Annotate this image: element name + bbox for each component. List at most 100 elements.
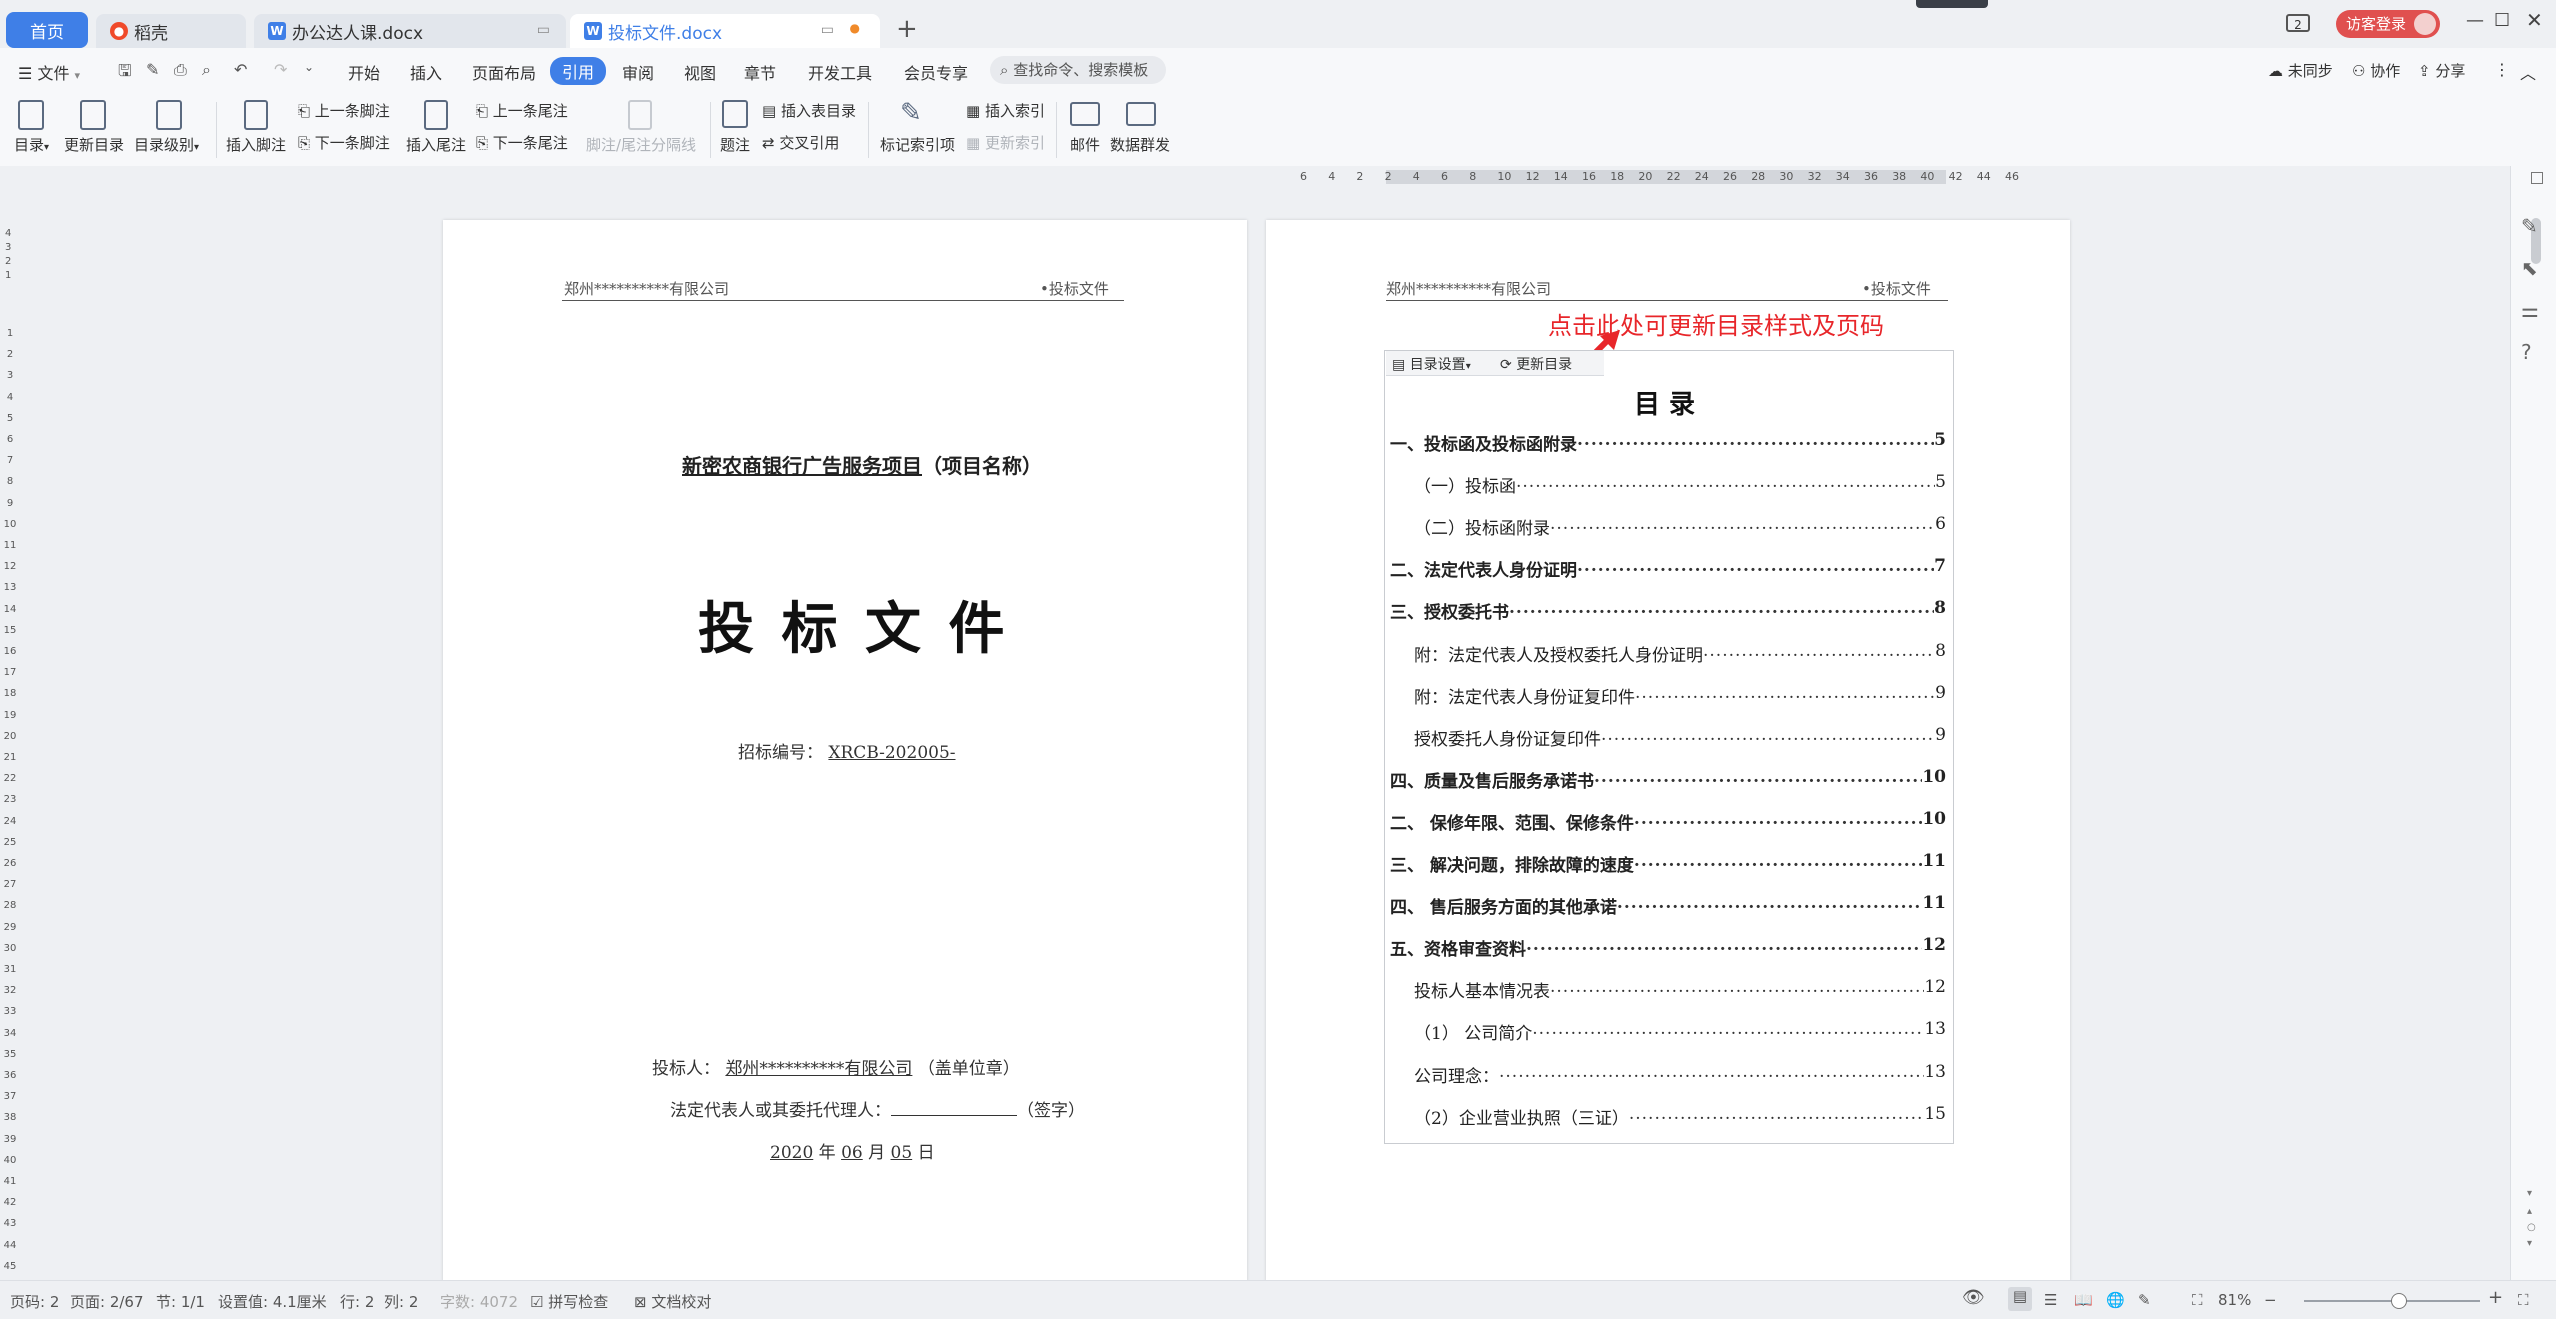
- menu-developer[interactable]: 开发工具: [808, 60, 872, 84]
- web-view-icon[interactable]: 🌐: [2106, 1291, 2125, 1309]
- horizontal-ruler[interactable]: 6 4 2 2 4 6 8 10 12 14 16 18 20 22 24 26 28 30 32 34 36 38 40 4…: [0, 166, 2556, 188]
- tab-count-badge[interactable]: 2: [2286, 14, 2310, 32]
- zoom-slider-thumb[interactable]: [2391, 1293, 2408, 1309]
- toc-entry[interactable]: 附：法定代表人及授权委托人身份证明.......................…: [1414, 641, 1946, 666]
- next-endnote-button[interactable]: ⎘ 下一条尾注: [476, 132, 568, 153]
- footnote-separator-button[interactable]: 脚注/尾注分隔线: [586, 134, 696, 155]
- prev-page-icon[interactable]: ▴: [2527, 1206, 2532, 1217]
- menu-insert[interactable]: 插入: [410, 60, 442, 84]
- undo-icon[interactable]: ↶: [234, 60, 247, 79]
- menu-view[interactable]: 视图: [684, 60, 716, 84]
- toc-level-button[interactable]: 目录级别▾: [134, 134, 199, 155]
- toc-entry[interactable]: （二）投标函附录................................…: [1414, 514, 1946, 539]
- status-col[interactable]: 列: 2: [384, 1291, 418, 1312]
- toc-entry[interactable]: 三、 解决问题，排除故障的速度.........................…: [1390, 851, 1946, 876]
- toc-entry[interactable]: （1） 公司简介................................…: [1414, 1019, 1946, 1044]
- file-menu[interactable]: ☰ 文件 ▾: [18, 60, 80, 84]
- toc-entry[interactable]: 授权委托人身份证复印件.............................…: [1414, 725, 1946, 750]
- next-page-icon[interactable]: ▾: [2527, 1238, 2532, 1249]
- status-page-number[interactable]: 页码: 2: [10, 1291, 59, 1312]
- spell-check-button[interactable]: ☑ 拼写检查: [530, 1291, 608, 1312]
- toc-settings-button[interactable]: ▤ 目录设置▾: [1392, 354, 1471, 374]
- write-mode-icon[interactable]: ✎: [2138, 1291, 2151, 1309]
- update-toc-button[interactable]: 更新目录: [64, 134, 124, 155]
- menu-chapter[interactable]: 章节: [744, 60, 776, 84]
- vertical-ruler[interactable]: 4 3 2 1 1 2 3 4 5 6 7 8 9 10 11 12 13 14 15 16 17 18 19 20 21 22 2…: [0, 188, 20, 1280]
- tab-home[interactable]: 首页: [6, 12, 88, 48]
- select-browse-icon[interactable]: ○: [2527, 1222, 2536, 1233]
- menu-start[interactable]: 开始: [348, 60, 380, 84]
- tab-daoke[interactable]: ● 稻壳: [96, 14, 246, 48]
- toc-entry[interactable]: （2）企业营业执照（三证）...........................…: [1414, 1104, 1946, 1129]
- status-word-count[interactable]: 字数: 4072: [440, 1291, 518, 1312]
- mail-button[interactable]: 邮件: [1070, 134, 1100, 155]
- status-pages[interactable]: 页面: 2/67: [70, 1291, 144, 1312]
- zoom-in-icon[interactable]: +: [2488, 1287, 2503, 1308]
- insert-endnote-button[interactable]: 插入尾注: [406, 134, 466, 155]
- toc-entry[interactable]: 五、资格审查资料................................…: [1390, 935, 1946, 960]
- toc-update-button[interactable]: ⟳ 更新目录: [1500, 354, 1572, 374]
- toc-entry[interactable]: 一、投标函及投标函附录.............................…: [1390, 430, 1946, 455]
- toc-entry[interactable]: 投标人基本情况表................................…: [1414, 977, 1946, 1002]
- print-icon[interactable]: ⎙: [174, 60, 187, 80]
- menu-review[interactable]: 审阅: [622, 60, 654, 84]
- toc-entry[interactable]: 附：法定代表人身份证复印件...........................…: [1414, 683, 1946, 708]
- save-icon[interactable]: 🖫: [118, 60, 132, 87]
- next-footnote-button[interactable]: ⎘ 下一条脚注: [298, 132, 390, 153]
- pane-toggle-icon[interactable]: [2531, 172, 2543, 184]
- fit-page-icon[interactable]: ⛶: [2192, 1291, 2203, 1309]
- customize-icon[interactable]: ⌄: [304, 60, 314, 74]
- format-painter-icon[interactable]: ✎: [146, 60, 159, 79]
- maximize-icon[interactable]: ☐: [2494, 10, 2510, 31]
- share-button[interactable]: ⇪ 分享: [2418, 60, 2465, 81]
- insert-footnote-button[interactable]: 插入脚注: [226, 134, 286, 155]
- help-icon[interactable]: ?: [2521, 340, 2532, 364]
- redo-icon[interactable]: ↷: [274, 60, 287, 79]
- tab-doc-course[interactable]: W 办公达人课.docx ▭: [254, 14, 566, 48]
- eye-icon[interactable]: 👁: [1962, 1287, 1985, 1308]
- select-pointer-icon[interactable]: ⬉: [2521, 256, 2538, 280]
- cross-reference-button[interactable]: ⇄ 交叉引用: [762, 132, 839, 153]
- status-row[interactable]: 行: 2: [340, 1291, 374, 1312]
- toc-entry[interactable]: 四、 售后服务方面的其他承诺..........................…: [1390, 893, 1946, 918]
- sync-button[interactable]: ☁ 未同步: [2268, 60, 2333, 81]
- edit-icon[interactable]: ✎: [2521, 214, 2538, 238]
- toc-entry[interactable]: （一）投标函..................................…: [1414, 472, 1946, 497]
- settings-sliders-icon[interactable]: ⚌: [2521, 298, 2539, 322]
- login-button[interactable]: 访客登录: [2336, 10, 2440, 38]
- fullscreen-icon[interactable]: ⛶: [2518, 1291, 2529, 1309]
- collab-button[interactable]: ⚇ 协作: [2352, 60, 2400, 81]
- close-icon[interactable]: ✕: [2526, 8, 2543, 32]
- print-preview-icon[interactable]: ⌕: [202, 60, 211, 80]
- more-icon[interactable]: ⋮: [2494, 60, 2510, 79]
- mark-index-entry-button[interactable]: 标记索引项: [880, 134, 955, 155]
- toc-button[interactable]: 目录▾: [14, 134, 49, 155]
- menu-references[interactable]: 引用: [550, 57, 607, 85]
- update-index-button[interactable]: ▦ 更新索引: [966, 132, 1045, 153]
- data-mass-send-button[interactable]: 数据群发: [1110, 134, 1170, 155]
- reading-view-icon[interactable]: 📖: [2074, 1291, 2093, 1309]
- zoom-out-icon[interactable]: −: [2264, 1291, 2277, 1309]
- zoom-level[interactable]: 81%: [2218, 1291, 2251, 1309]
- outline-view-icon[interactable]: ☰: [2044, 1291, 2057, 1309]
- scroll-down-icon[interactable]: ▾: [2527, 1188, 2532, 1199]
- page-view-icon[interactable]: ▤: [2008, 1287, 2032, 1311]
- tab-doc-bid[interactable]: W 投标文件.docx ▭ ●: [570, 14, 880, 48]
- status-setting[interactable]: 设置值: 4.1厘米: [218, 1291, 327, 1312]
- toc-entry[interactable]: 二、 保修年限、范围、保修条件.........................…: [1390, 809, 1946, 834]
- insert-table-of-figures-button[interactable]: ▤ 插入表目录: [762, 100, 856, 121]
- prev-footnote-button[interactable]: ⎗ 上一条脚注: [298, 100, 390, 121]
- new-tab-button[interactable]: +: [896, 14, 918, 44]
- command-search[interactable]: ⌕ 查找命令、搜索模板: [990, 56, 1166, 84]
- toc-entry[interactable]: 四、质量及售后服务承诺书............................…: [1390, 767, 1946, 792]
- proofread-button[interactable]: ⊠ 文档校对: [634, 1291, 711, 1312]
- prev-endnote-button[interactable]: ⎗ 上一条尾注: [476, 100, 568, 121]
- menu-member[interactable]: 会员专享: [904, 60, 968, 84]
- caption-button[interactable]: 题注: [720, 134, 750, 155]
- toc-entry[interactable]: 二、法定代表人身份证明.............................…: [1390, 556, 1946, 581]
- status-section[interactable]: 节: 1/1: [156, 1291, 205, 1312]
- toc-entry[interactable]: 公司理念：...................................…: [1414, 1062, 1946, 1087]
- insert-index-button[interactable]: ▦ 插入索引: [966, 100, 1045, 121]
- toc-entry[interactable]: 三、授权委托书.................................…: [1390, 598, 1946, 623]
- minimize-icon[interactable]: —: [2466, 10, 2484, 31]
